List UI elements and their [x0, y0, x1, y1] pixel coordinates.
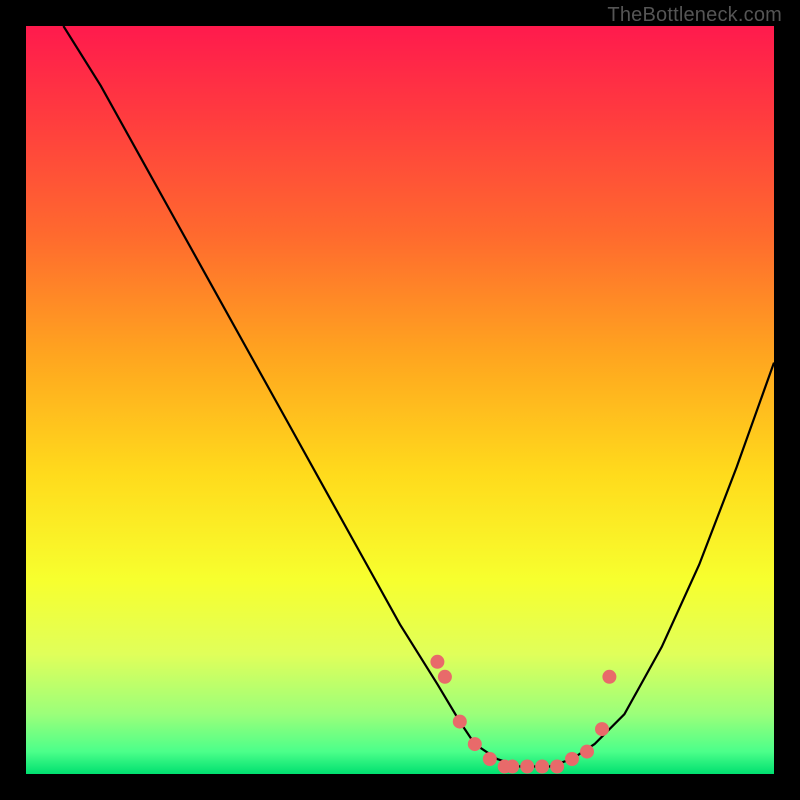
- marker-dot: [565, 752, 579, 766]
- marker-dot: [430, 655, 444, 669]
- marker-dot: [453, 715, 467, 729]
- marker-dot: [580, 745, 594, 759]
- marker-dot: [595, 722, 609, 736]
- plot-area: [26, 26, 774, 774]
- marker-dot: [505, 760, 519, 774]
- marker-dot: [550, 760, 564, 774]
- chart-frame: TheBottleneck.com: [0, 0, 800, 800]
- marker-dot: [602, 670, 616, 684]
- bottleneck-curve: [63, 26, 774, 767]
- marker-dot: [535, 760, 549, 774]
- marker-dot: [520, 760, 534, 774]
- highlight-markers: [430, 655, 616, 774]
- marker-dot: [468, 737, 482, 751]
- marker-dot: [438, 670, 452, 684]
- marker-dot: [483, 752, 497, 766]
- watermark-text: TheBottleneck.com: [607, 4, 782, 27]
- curve-svg: [26, 26, 774, 774]
